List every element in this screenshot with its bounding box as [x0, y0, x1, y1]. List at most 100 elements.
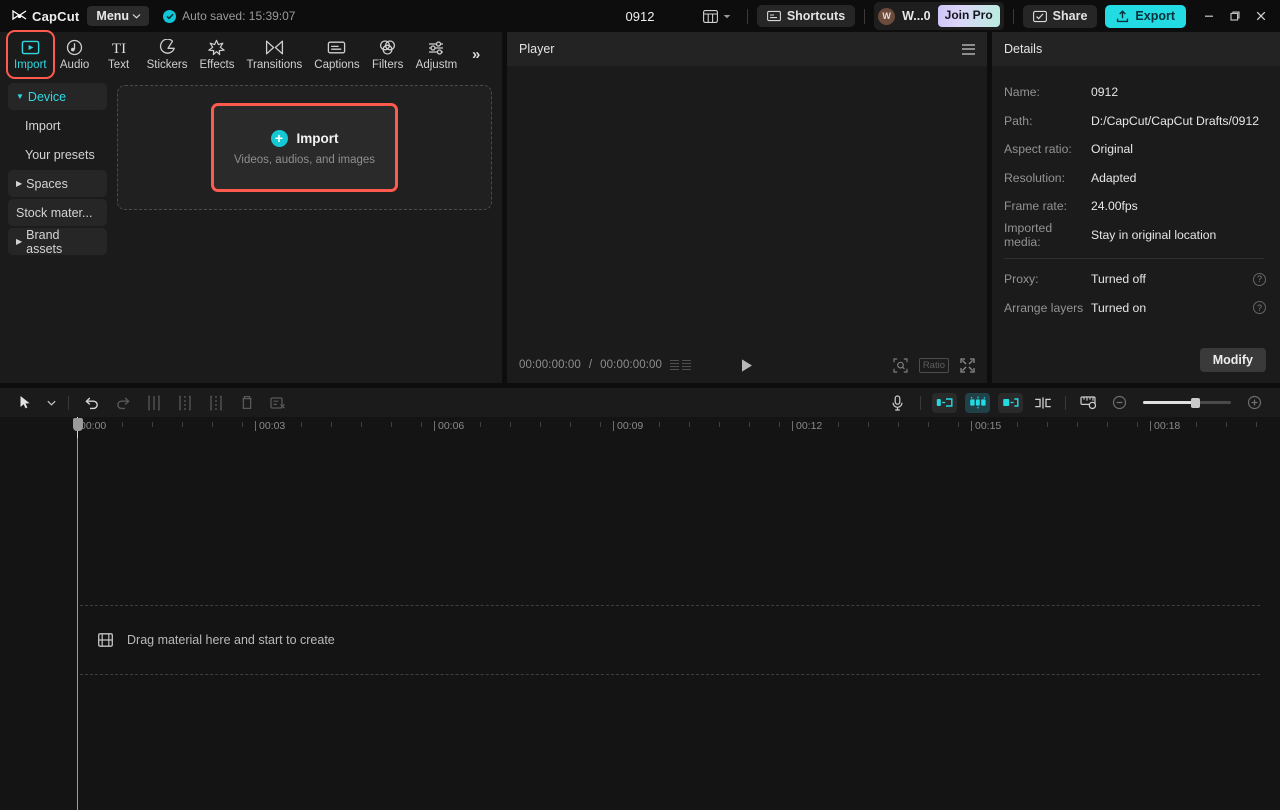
share-label: Share: [1052, 8, 1088, 23]
zoom-in-icon[interactable]: [1239, 390, 1270, 416]
check-circle-icon: [163, 9, 177, 23]
share-button[interactable]: Share: [1022, 4, 1098, 28]
tab-transitions[interactable]: Transitions: [240, 32, 308, 77]
import-row: + Import: [270, 129, 339, 147]
zoom-fit-icon[interactable]: [893, 357, 908, 373]
trim-right-icon[interactable]: [200, 390, 231, 416]
cursor-dropdown-icon[interactable]: [41, 390, 61, 416]
tab-label: Adjustm: [415, 59, 458, 71]
minimize-button[interactable]: [1196, 3, 1222, 29]
upper-workspace: Import Audio TI Text Stickers Effects Tr…: [0, 30, 1280, 383]
import-button[interactable]: + Import Videos, audios, and images: [211, 103, 398, 192]
detail-key: Proxy:: [1004, 272, 1039, 287]
split-icon[interactable]: [138, 390, 169, 416]
tab-captions[interactable]: Captions: [308, 32, 365, 77]
tab-filters[interactable]: Filters: [366, 32, 410, 77]
zoom-slider[interactable]: [1143, 397, 1231, 408]
details-header: Details: [992, 32, 1280, 66]
undo-icon[interactable]: [76, 390, 107, 416]
split-marker-icon[interactable]: [1027, 390, 1058, 416]
ruler-label: 00:03: [254, 420, 286, 432]
hamburger-icon[interactable]: [962, 43, 975, 55]
chevron-down-icon: [723, 14, 731, 19]
ruler-label: 00:18: [1149, 420, 1181, 432]
plus-circle-icon: +: [270, 129, 288, 147]
ratio-button[interactable]: Ratio: [918, 357, 949, 373]
time-separator: /: [588, 359, 593, 371]
share-icon: [1032, 10, 1047, 23]
clip-end-icon[interactable]: [998, 392, 1023, 413]
media-dropzone[interactable]: + Import Videos, audios, and images: [117, 85, 492, 210]
export-button[interactable]: Export: [1105, 4, 1186, 28]
detail-value: Turned off: [1091, 272, 1146, 287]
caret-right-icon: ▶: [16, 178, 23, 188]
clip-start-icon[interactable]: [932, 392, 957, 413]
detail-key: Path:: [1004, 113, 1033, 128]
timecode-format-icon[interactable]: [670, 359, 692, 371]
redo-icon[interactable]: [107, 390, 138, 416]
window-controls: [1196, 3, 1274, 29]
menu-label: Menu: [96, 8, 130, 23]
title-bar: CapCut Menu Auto saved: 15:39:07 0912 Sh…: [0, 0, 1280, 32]
tab-adjustment[interactable]: Adjustm: [410, 32, 464, 77]
detail-row-path: Path: D:/CapCut/CapCut Drafts/0912: [1004, 107, 1266, 136]
import-title: Import: [296, 130, 339, 146]
modify-button[interactable]: Modify: [1199, 348, 1266, 372]
playhead-handle[interactable]: [72, 418, 83, 431]
playhead[interactable]: [72, 417, 83, 438]
more-tabs-button[interactable]: »: [463, 32, 489, 77]
trim-left-icon[interactable]: [169, 390, 200, 416]
layout-switch-button[interactable]: [696, 6, 738, 27]
sidebar-item-brand-assets[interactable]: ▶ Brand assets: [8, 227, 107, 256]
details-title: Details: [1004, 42, 1043, 56]
sidebar-item-spaces[interactable]: ▶ Spaces: [8, 170, 107, 197]
zoom-slider-handle[interactable]: [1191, 397, 1200, 408]
maximize-button[interactable]: [1222, 3, 1248, 29]
tab-effects[interactable]: Effects: [194, 32, 241, 77]
user-name: W...0: [902, 9, 931, 23]
sidebar-item-device[interactable]: ▼ Device: [8, 83, 107, 110]
capcut-logo-icon: [12, 9, 27, 23]
shortcuts-label: Shortcuts: [786, 8, 846, 23]
sidebar-item-your-presets[interactable]: Your presets: [8, 141, 107, 168]
help-icon[interactable]: ?: [1253, 272, 1266, 286]
player-panel: Player 00:00:00:00 / 00:00:00:00 Ratio: [507, 32, 987, 383]
menu-button[interactable]: Menu: [87, 5, 150, 27]
timeline-dropzone[interactable]: Drag material here and start to create: [80, 605, 1260, 675]
shortcuts-button[interactable]: Shortcuts: [756, 4, 856, 28]
tab-audio[interactable]: Audio: [53, 32, 97, 77]
delete-icon[interactable]: [231, 390, 262, 416]
app-logo: CapCut: [6, 9, 87, 24]
player-canvas[interactable]: [507, 66, 987, 347]
timeline-tracks[interactable]: Drag material here and start to create: [0, 438, 1280, 810]
select-cursor-icon[interactable]: [10, 390, 41, 416]
account-area[interactable]: W W...0 Join Pro: [874, 2, 1004, 30]
sidebar-item-import[interactable]: Import: [8, 112, 107, 139]
avatar: W: [878, 7, 896, 25]
tab-stickers[interactable]: Stickers: [141, 32, 194, 77]
join-pro-button[interactable]: Join Pro: [937, 5, 1000, 27]
detail-row-proxy: Proxy: Turned off ?: [1004, 265, 1266, 294]
titlebar-actions: Shortcuts W W...0 Join Pro Share Export: [696, 2, 1274, 30]
sidebar-item-label: Brand assets: [26, 227, 63, 256]
chevron-down-icon: [132, 13, 141, 19]
current-time: 00:00:00:00: [519, 359, 581, 371]
tab-import[interactable]: Import: [6, 30, 55, 79]
audio-note-icon: [65, 39, 84, 56]
sidebar-item-stock-materials[interactable]: Stock mater...: [8, 199, 107, 226]
measure-ruler-icon[interactable]: [1073, 390, 1104, 416]
tab-text[interactable]: TI Text: [97, 32, 141, 77]
clear-icon[interactable]: [262, 390, 293, 416]
svg-text:TI: TI: [112, 41, 126, 56]
effects-sparkle-icon: [207, 39, 226, 56]
close-button[interactable]: [1248, 3, 1274, 29]
fullscreen-icon[interactable]: [960, 357, 975, 373]
timeline-ruler[interactable]: 00:00 00:03 00:06 00:09 00:12 00:15 00:1…: [0, 417, 1280, 438]
help-icon[interactable]: ?: [1253, 301, 1266, 315]
clip-mid-icon[interactable]: [965, 392, 990, 413]
microphone-icon[interactable]: [882, 390, 913, 416]
detail-value: Stay in original location: [1091, 227, 1217, 242]
play-button[interactable]: [740, 358, 754, 373]
zoom-out-icon[interactable]: [1104, 390, 1135, 416]
sidebar-item-label: Your presets: [25, 147, 95, 162]
